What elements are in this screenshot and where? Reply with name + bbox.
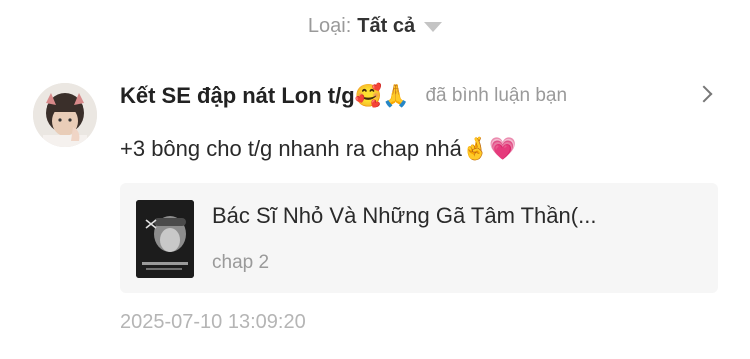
username[interactable]: Kết SE đập nát Lon t/g🥰🙏 (120, 83, 409, 109)
filter-value[interactable]: Tất cả (357, 15, 415, 38)
story-cover-image (136, 200, 194, 278)
story-card[interactable]: Bác Sĩ Nhỏ Và Những Gã Tâm Thần(... chap… (120, 183, 718, 293)
notification-page: Loại: Tất cả Kết SE đập nát Lon t/g🥰🙏 đã… (0, 0, 750, 359)
notification-header[interactable]: Kết SE đập nát Lon t/g🥰🙏 đã bình luận bạ… (120, 76, 720, 116)
story-chapter: chap 2 (212, 252, 270, 273)
story-title[interactable]: Bác Sĩ Nhỏ Và Những Gã Tâm Thần(... (212, 203, 596, 229)
user-avatar[interactable] (33, 83, 97, 147)
timestamp: 2025-07-10 13:09:20 (120, 311, 306, 333)
type-filter[interactable]: Loại: Tất cả (0, 10, 750, 42)
avatar-image (33, 83, 97, 147)
caret-down-icon[interactable] (424, 22, 443, 32)
filter-label: Loại: (307, 14, 352, 37)
action-text: đã bình luận bạn (425, 85, 568, 106)
story-cover-thumbnail (136, 200, 194, 278)
chevron-right-icon[interactable] (695, 85, 713, 103)
comment-text: +3 bông cho t/g nhanh ra chap nhá🤞💗 (120, 136, 517, 161)
